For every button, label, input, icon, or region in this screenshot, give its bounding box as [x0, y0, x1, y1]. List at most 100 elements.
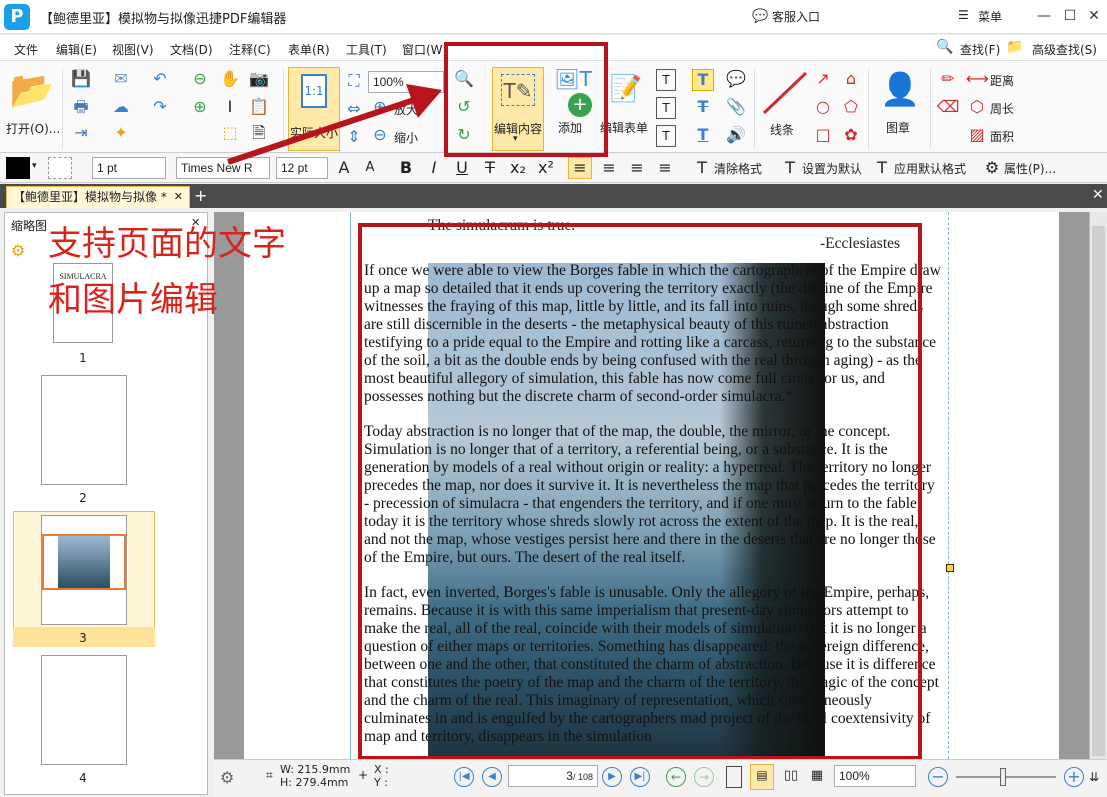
fill-color-swatch[interactable]: [6, 157, 30, 179]
zoom-out-button-icon[interactable]: −: [928, 767, 948, 787]
menu-comment[interactable]: 注释(C): [229, 41, 271, 58]
strikethrough-icon[interactable]: T: [480, 158, 500, 178]
expand-icon[interactable]: ⇊: [1086, 767, 1102, 787]
properties-button[interactable]: 属性(P)...: [1004, 160, 1056, 177]
note-icon[interactable]: 💬: [724, 69, 748, 89]
line-button[interactable]: 线条: [770, 121, 794, 138]
scroll-thumb[interactable]: [1092, 226, 1105, 756]
apply-default-button[interactable]: 应用默认格式: [894, 160, 966, 177]
page-number: 1: [79, 351, 87, 365]
email-icon[interactable]: ✉: [108, 69, 134, 89]
attachment-icon[interactable]: 📎: [724, 97, 748, 117]
last-page-icon[interactable]: ▶|: [630, 767, 650, 787]
zoom-in-button-icon[interactable]: +: [1064, 767, 1084, 787]
polyline-icon[interactable]: ⌂: [840, 69, 862, 89]
set-default-button[interactable]: 设置为默认: [802, 160, 862, 177]
zoom-slider-thumb[interactable]: [1000, 768, 1006, 786]
page-thumbnail-4[interactable]: [41, 655, 127, 765]
menu-button[interactable]: 菜单: [978, 8, 1002, 25]
continuous-icon[interactable]: ▤: [750, 764, 774, 790]
align-left-icon[interactable]: ≡: [568, 157, 592, 179]
underline-text-icon[interactable]: T: [692, 125, 714, 145]
highlight-icon[interactable]: T: [692, 69, 714, 91]
find-button[interactable]: 查找(F): [960, 41, 1000, 58]
close-icon[interactable]: ✕: [1084, 6, 1104, 26]
stamp-button[interactable]: 图章: [886, 119, 910, 136]
chevron-down-icon[interactable]: ▾: [32, 161, 37, 171]
minimize-icon[interactable]: —: [1034, 6, 1054, 26]
callout-icon[interactable]: T: [656, 97, 676, 119]
line-icon[interactable]: [760, 69, 810, 117]
next-page-icon[interactable]: ▶: [602, 767, 622, 787]
ellipse-icon[interactable]: ○: [812, 97, 834, 117]
save-icon[interactable]: 💾: [70, 69, 92, 89]
strikeout-icon[interactable]: T: [692, 97, 714, 117]
align-center-icon[interactable]: ≡: [598, 158, 620, 178]
zoom-slider[interactable]: [956, 776, 1056, 778]
export-icon[interactable]: ⇥: [70, 123, 92, 143]
perimeter-button[interactable]: 周长: [990, 100, 1014, 117]
advanced-find-button[interactable]: 高级查找(S): [1032, 41, 1097, 58]
settings-icon[interactable]: ⚙: [220, 768, 234, 787]
support-link[interactable]: 客服入口: [772, 8, 820, 25]
eraser-icon[interactable]: ⌫: [936, 97, 960, 117]
margin-guide: [948, 212, 949, 759]
area-button[interactable]: 面积: [990, 128, 1014, 145]
typewriter-icon[interactable]: T: [656, 125, 676, 147]
gear-icon[interactable]: ⚙: [11, 241, 25, 260]
polygon-icon[interactable]: ⬠: [840, 97, 862, 117]
menu-view[interactable]: 视图(V): [112, 41, 154, 58]
sound-icon[interactable]: 🔊: [724, 125, 748, 145]
back-icon[interactable]: ⊖: [190, 69, 210, 89]
cloud-icon[interactable]: ☁: [108, 97, 134, 117]
rectangle-icon[interactable]: □: [812, 125, 834, 145]
page-input[interactable]: 3/ 108: [508, 765, 598, 787]
go-back-icon[interactable]: ←: [666, 767, 686, 787]
menu-file[interactable]: 文件: [14, 41, 38, 58]
title-bar: P 【鲍德里亚】模拟物与拟像迅捷PDF编辑器 💬 客服入口 ☰ 菜单 — ☐ ✕: [0, 0, 1107, 34]
arrow-shape-icon[interactable]: ↗: [812, 69, 834, 89]
stroke-color-swatch[interactable]: [48, 157, 72, 179]
new-doc-icon[interactable]: ✦: [108, 123, 134, 143]
align-right-icon[interactable]: ≡: [626, 158, 648, 178]
area-icon: ▨: [969, 125, 985, 144]
clear-format-button[interactable]: 清除格式: [714, 160, 762, 177]
page-thumbnail-2[interactable]: [41, 375, 127, 485]
menu-form[interactable]: 表单(R): [288, 41, 330, 58]
facing-continuous-icon[interactable]: ▦: [806, 766, 828, 786]
distance-button[interactable]: 距离: [990, 72, 1014, 89]
new-tab-icon[interactable]: +: [194, 186, 207, 205]
justify-icon[interactable]: ≡: [654, 158, 676, 178]
subscript-icon[interactable]: x₂: [508, 158, 528, 178]
redo-icon[interactable]: ↷: [150, 97, 170, 117]
open-folder-icon[interactable]: 📂: [8, 71, 56, 111]
resize-handle[interactable]: [946, 564, 954, 572]
maximize-icon[interactable]: ☐: [1060, 6, 1080, 26]
tab-close-icon[interactable]: ✕: [174, 187, 183, 207]
status-zoom-select[interactable]: 100%: [834, 765, 916, 787]
facing-icon[interactable]: ▯▯: [780, 766, 802, 786]
print-icon[interactable]: 🖶: [70, 97, 92, 117]
vertical-scrollbar[interactable]: [1089, 212, 1107, 759]
pencil-icon[interactable]: ✏: [936, 69, 960, 89]
page-thumbnail-3[interactable]: [41, 515, 127, 625]
menu-window[interactable]: 窗口(W): [402, 41, 447, 58]
textbox-icon[interactable]: T: [656, 69, 676, 91]
superscript-icon[interactable]: x²: [536, 158, 556, 178]
cloud-shape-icon[interactable]: ✿: [840, 125, 862, 145]
stamp-icon[interactable]: 👤: [878, 67, 922, 111]
open-button[interactable]: 打开(O)...: [6, 120, 60, 137]
go-forward-icon[interactable]: →: [694, 767, 714, 787]
single-page-icon[interactable]: [726, 766, 742, 788]
forward-icon[interactable]: ⊕: [190, 97, 210, 117]
menu-edit[interactable]: 编辑(E): [56, 41, 97, 58]
edit-form-icon[interactable]: 📝: [604, 69, 648, 109]
menu-tools[interactable]: 工具(T): [346, 41, 387, 58]
close-all-icon[interactable]: ✕: [1092, 187, 1104, 203]
document-tab[interactable]: 【鲍德里亚】模拟物与拟像 * ✕: [6, 186, 190, 208]
line-width-select[interactable]: 1 pt: [92, 157, 166, 179]
menu-document[interactable]: 文档(D): [170, 41, 213, 58]
prev-page-icon[interactable]: ◀: [482, 767, 502, 787]
undo-icon[interactable]: ↶: [150, 69, 170, 89]
first-page-icon[interactable]: |◀: [454, 767, 474, 787]
